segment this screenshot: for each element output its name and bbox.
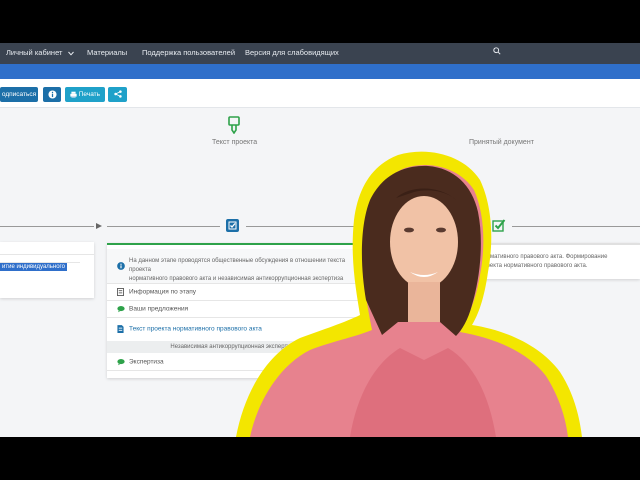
brand-bar xyxy=(0,64,640,79)
search-icon[interactable] xyxy=(493,47,501,55)
share-button[interactable] xyxy=(108,87,127,102)
document-icon xyxy=(117,287,124,296)
info-button[interactable] xyxy=(43,87,61,102)
info-icon xyxy=(117,262,125,270)
card-row xyxy=(0,242,94,255)
timeline-segment xyxy=(0,226,94,227)
timeline-segment xyxy=(107,226,220,227)
accepted-description-line: нормативного правового акта. Формировани… xyxy=(480,254,608,260)
timeline-segment xyxy=(512,226,640,227)
description-line: На данном этапе проводятся общественные … xyxy=(129,258,346,273)
nav-accessibility-version[interactable]: Версия для слабовидящих xyxy=(245,48,339,57)
proposals-row[interactable]: Ваши предложения xyxy=(107,300,360,318)
check-icon xyxy=(228,221,237,230)
timeline-arrow xyxy=(96,223,102,229)
stage-description: На данном этапе проводятся общественные … xyxy=(107,249,360,284)
timeline-arrow xyxy=(362,223,368,229)
workflow-stepper: Текст проекта Принятый документ итие инд… xyxy=(0,108,640,437)
print-label: Печать xyxy=(78,91,101,98)
left-stage-card: итие индивидуального xyxy=(0,242,94,298)
info-icon xyxy=(47,90,57,99)
subscribe-button[interactable]: одписаться xyxy=(0,87,38,102)
step-marker-current[interactable] xyxy=(226,219,239,232)
expertise-label: Экспертиза xyxy=(129,358,164,365)
chat-icon xyxy=(117,305,125,312)
browser-viewport: Личный кабинет Материалы Поддержка польз… xyxy=(0,43,640,437)
accepted-description-line: проекта нормативного правового акта. xyxy=(480,263,588,269)
document-link[interactable]: Текст проекта нормативного правового акт… xyxy=(129,326,262,333)
nav-materials[interactable]: Материалы xyxy=(87,48,127,57)
proposals-label: Ваши предложения xyxy=(129,305,189,312)
highlighted-text: итие индивидуального xyxy=(0,263,67,271)
independent-expertise-header: Независимая антикоррупционная экспертиза xyxy=(107,341,360,353)
expertise-row[interactable]: Экспертиза xyxy=(107,353,360,371)
share-icon xyxy=(113,90,122,98)
top-navigation: Личный кабинет Материалы Поддержка польз… xyxy=(0,43,640,64)
document-toolbar: одписаться Печать xyxy=(0,79,640,108)
print-icon xyxy=(70,91,77,98)
chevron-down-icon xyxy=(67,51,74,56)
check-icon xyxy=(492,219,506,232)
step-label-project-text: Текст проекта xyxy=(212,139,258,146)
chat-icon xyxy=(117,358,125,365)
print-button[interactable]: Печать xyxy=(65,87,105,102)
nav-personal-cabinet[interactable]: Личный кабинет xyxy=(6,48,74,57)
stage-info-row[interactable]: Информация по этапу xyxy=(107,283,360,301)
step-label-accepted-document: Принятый документ xyxy=(469,139,534,146)
stage-info-label: Информация по этапу xyxy=(129,288,197,295)
document-link-row[interactable]: Текст проекта нормативного правового акт… xyxy=(107,317,360,342)
nav-user-support[interactable]: Поддержка пользователей xyxy=(142,48,235,57)
edit-icon xyxy=(228,116,240,134)
current-stage-card: На данном этапе проводятся общественные … xyxy=(107,243,360,378)
accepted-stage-card: нормативного правового акта. Формировани… xyxy=(372,243,640,279)
document-icon xyxy=(117,325,124,333)
timeline-segment xyxy=(246,226,360,227)
